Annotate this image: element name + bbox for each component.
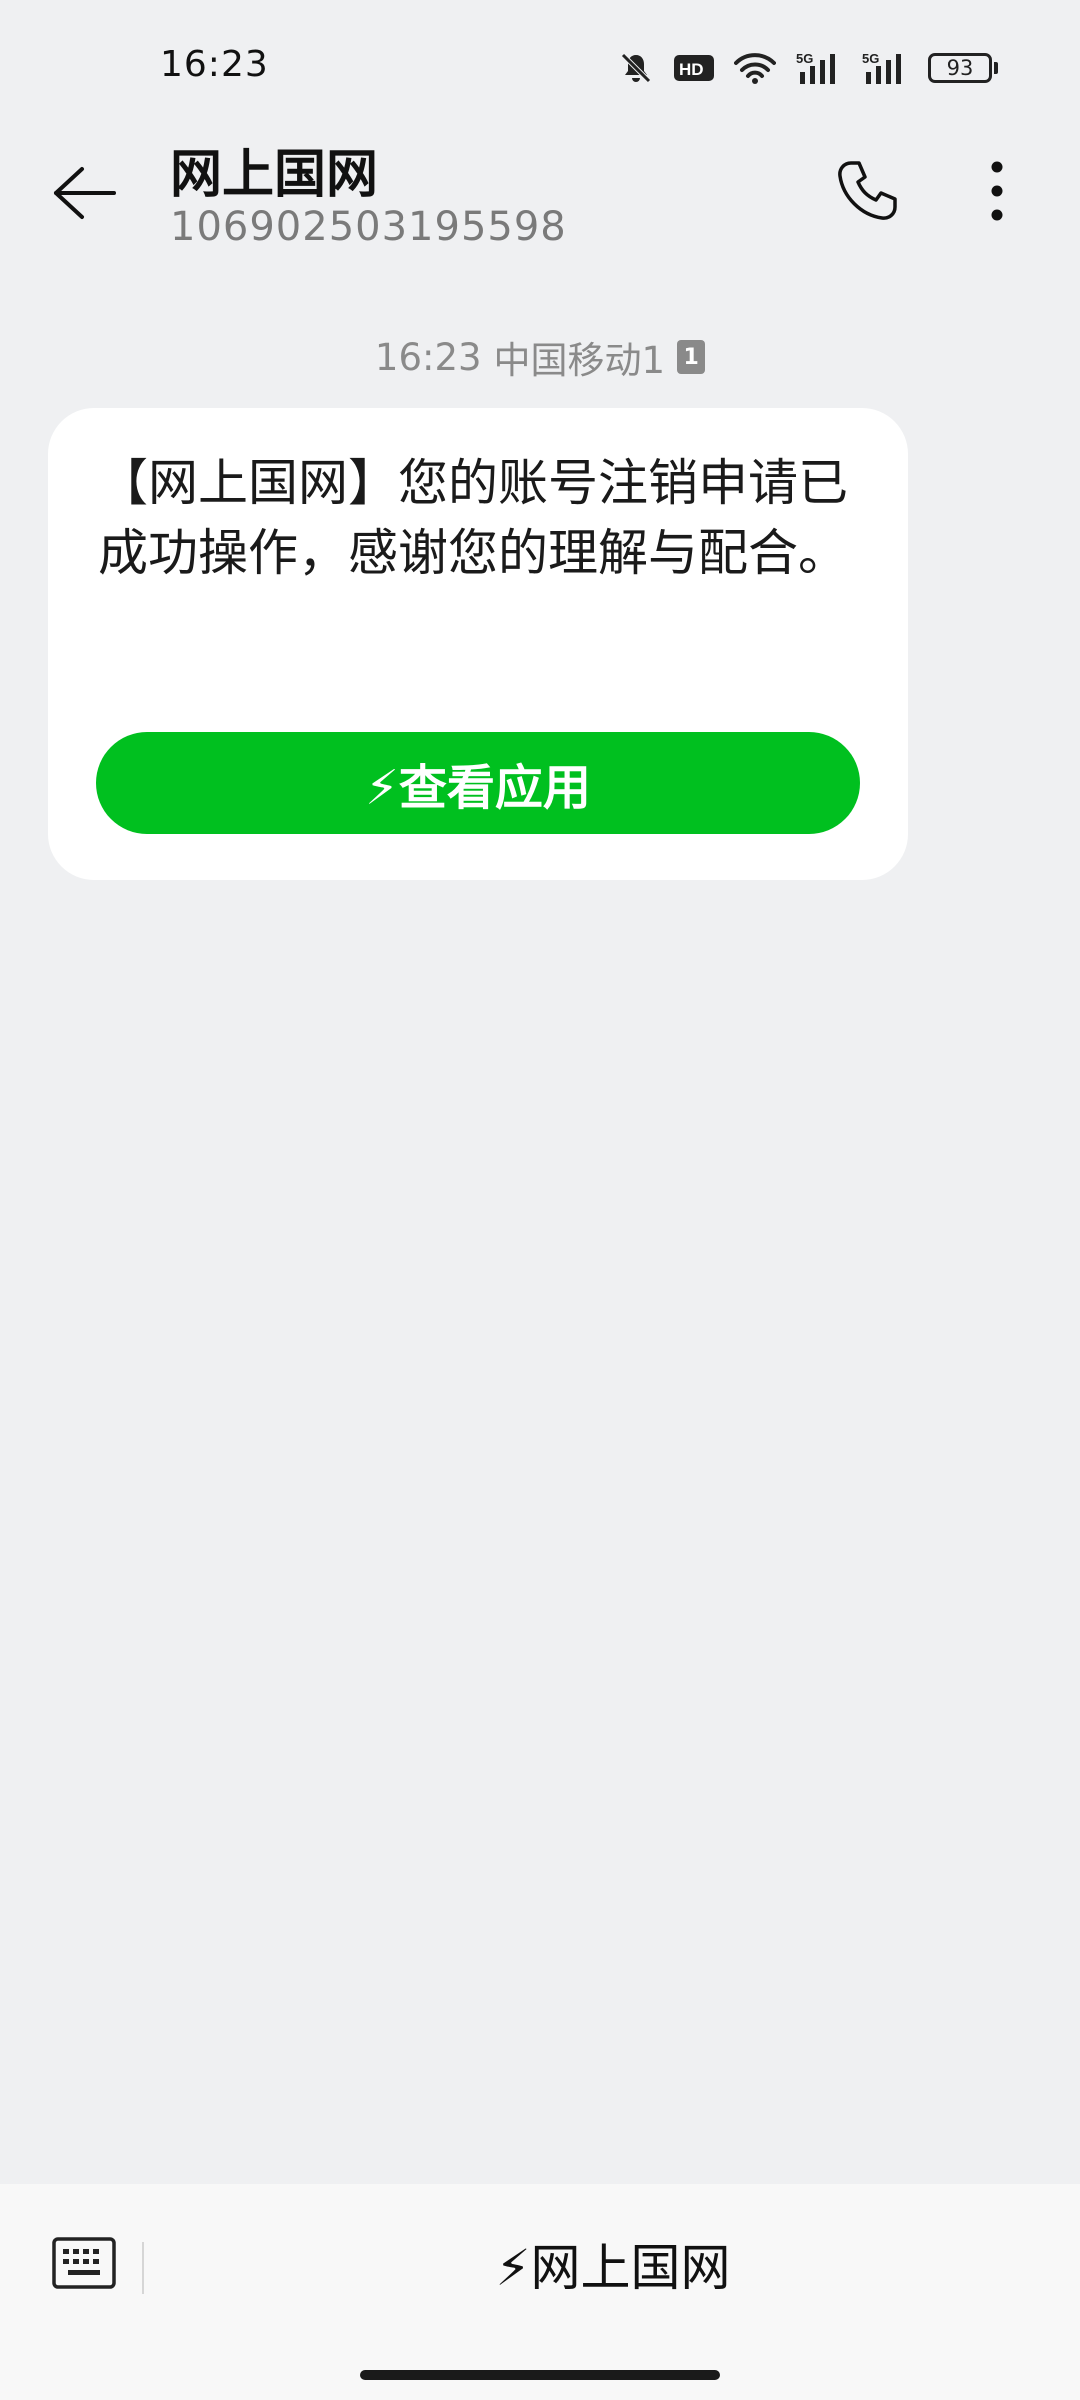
battery-level: 93 — [928, 53, 992, 83]
keyboard-toggle-button[interactable] — [48, 2230, 120, 2296]
call-button[interactable] — [822, 146, 912, 236]
status-bar: 16:23 HD 5G 5G 93 — [0, 0, 1080, 130]
hd-icon: HD — [674, 53, 714, 83]
battery-indicator: 93 — [928, 53, 998, 83]
5g-signal-icon: 5G — [862, 50, 908, 86]
message-meta: 16:23 中国移动1 1 — [0, 330, 1080, 384]
menu-item-app[interactable]: ⚡网上国网 — [146, 2214, 1080, 2314]
message-time: 16:23 — [374, 335, 482, 379]
bottom-menu-bar: ⚡网上国网 — [0, 2184, 1080, 2400]
status-time: 16:23 — [160, 44, 269, 85]
status-icons: HD 5G 5G 93 — [618, 48, 998, 88]
message-bubble[interactable]: 【网上国网】您的账号注销申请已成功操作，感谢您的理解与配合。 ⚡查看应用 — [48, 408, 908, 880]
contact-number: 106902503195598 — [170, 204, 567, 250]
arrow-left-icon — [54, 167, 116, 219]
svg-text:HD: HD — [679, 60, 704, 79]
sms-conversation-screen: 16:23 HD 5G 5G 93 网上国网 106902503195598 1… — [0, 0, 1080, 2400]
home-indicator[interactable] — [360, 2370, 720, 2380]
conversation-header: 网上国网 106902503195598 — [0, 130, 1080, 270]
view-app-button[interactable]: ⚡查看应用 — [96, 732, 860, 834]
phone-icon — [838, 161, 897, 220]
sim-label: 中国移动1 — [493, 339, 666, 382]
more-options-button[interactable] — [952, 146, 1042, 236]
keyboard-icon — [52, 2237, 116, 2289]
message-text: 【网上国网】您的账号注销申请已成功操作，感谢您的理解与配合。 — [98, 454, 848, 582]
svg-text:5G: 5G — [862, 51, 879, 66]
5g-signal-icon: 5G — [796, 50, 842, 86]
wifi-icon — [734, 51, 776, 85]
contact-name: 网上国网 — [170, 145, 379, 205]
sim-card-icon: 1 — [677, 340, 706, 374]
more-vertical-icon — [991, 161, 1003, 221]
back-button[interactable] — [40, 148, 130, 238]
bell-muted-icon — [618, 50, 654, 86]
svg-text:5G: 5G — [796, 51, 813, 66]
divider — [142, 2242, 144, 2294]
